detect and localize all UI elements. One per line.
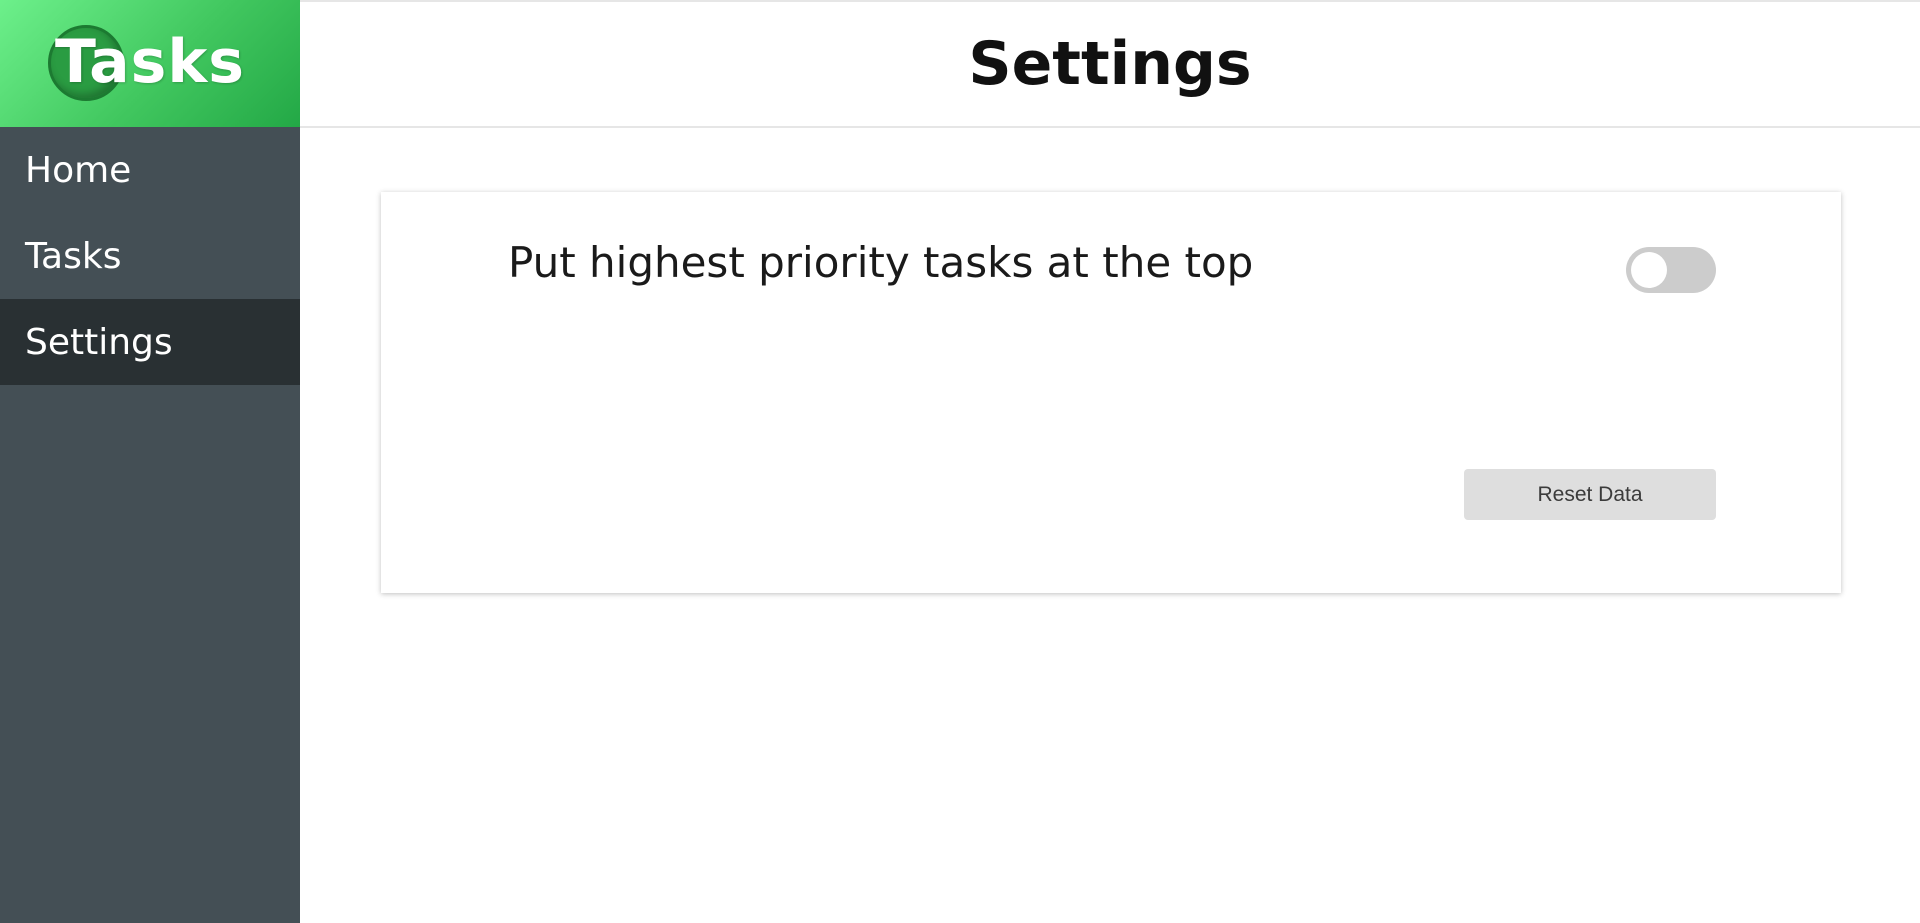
sidebar-item-label: Settings: [25, 321, 173, 363]
sidebar-item-home[interactable]: Home: [0, 127, 300, 213]
reset-data-button[interactable]: Reset Data: [1464, 469, 1716, 520]
page-title: Settings: [968, 29, 1252, 99]
priority-toggle[interactable]: [1626, 247, 1716, 293]
logo-text: Tasks: [54, 27, 245, 97]
sidebar-item-tasks[interactable]: Tasks: [0, 213, 300, 299]
sidebar-nav: Home Tasks Settings: [0, 127, 300, 385]
page-header: Settings: [300, 0, 1920, 128]
toggle-knob: [1631, 252, 1667, 288]
app-root: Tasks Home Tasks Settings Settings Put h…: [0, 0, 1920, 923]
logo[interactable]: Tasks: [0, 0, 300, 127]
sidebar-item-label: Tasks: [25, 235, 122, 277]
priority-setting-label: Put highest priority tasks at the top: [508, 238, 1254, 287]
sidebar-item-settings[interactable]: Settings: [0, 299, 300, 385]
sidebar: Tasks Home Tasks Settings: [0, 0, 300, 923]
settings-card: Put highest priority tasks at the top Re…: [381, 192, 1841, 593]
sidebar-item-label: Home: [25, 149, 132, 191]
